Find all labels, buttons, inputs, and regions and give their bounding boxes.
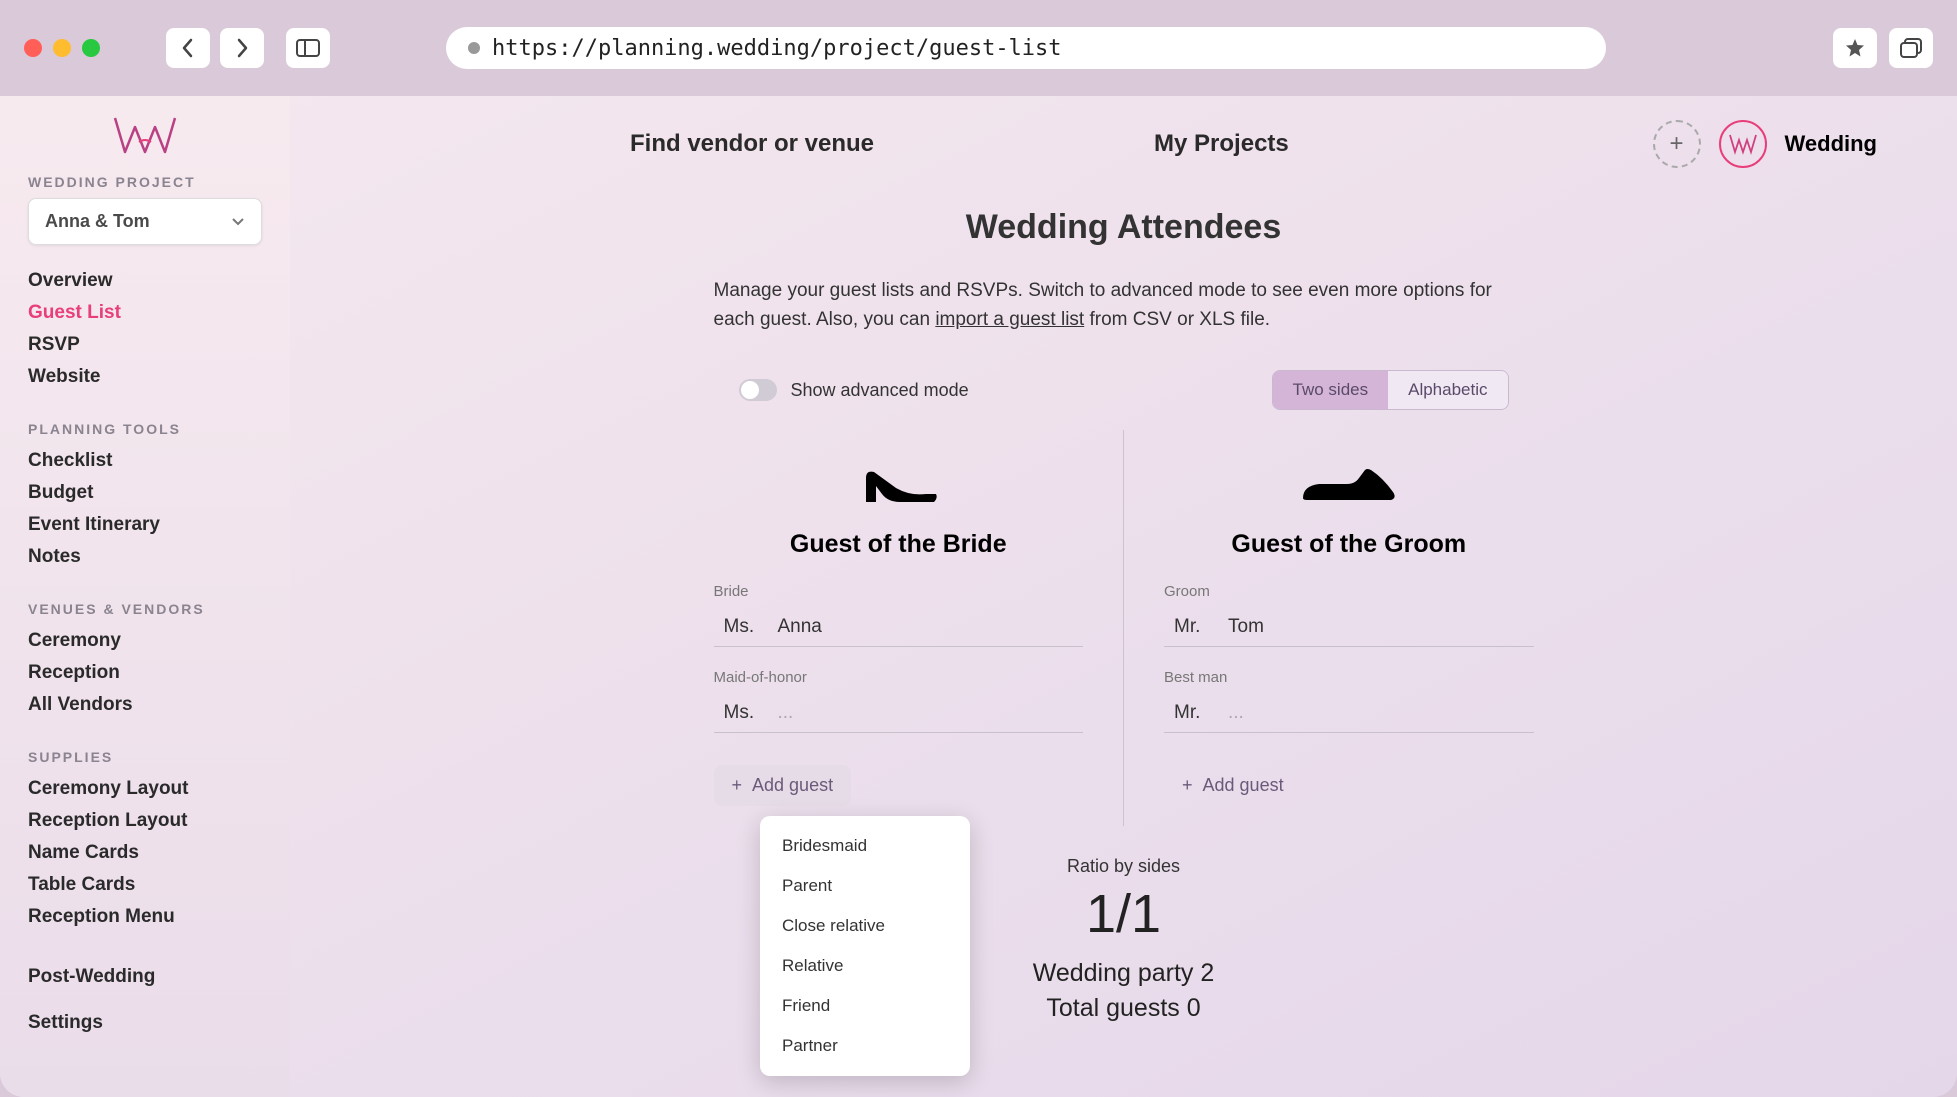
dropdown-option-relative[interactable]: Relative — [760, 946, 970, 986]
groom-side: Guest of the Groom Groom Mr. Tom Best ma… — [1124, 430, 1574, 826]
browser-titlebar: https://planning.wedding/project/guest-l… — [0, 0, 1957, 96]
back-button[interactable] — [166, 28, 210, 68]
chevron-down-icon — [231, 217, 245, 227]
forward-button[interactable] — [220, 28, 264, 68]
site-indicator-icon — [468, 42, 480, 54]
dropdown-option-close-relative[interactable]: Close relative — [760, 906, 970, 946]
add-guest-groom-button[interactable]: + Add guest — [1164, 765, 1302, 806]
plus-icon: + — [732, 775, 743, 796]
plus-icon: + — [1182, 775, 1193, 796]
sidebar-item-all-vendors[interactable]: All Vendors — [28, 689, 262, 721]
sidebar-item-post-wedding[interactable]: Post-Wedding — [28, 961, 262, 993]
dropdown-option-partner[interactable]: Partner — [760, 1026, 970, 1066]
best-man-label: Best man — [1164, 669, 1534, 686]
project-name: Anna & Tom — [45, 211, 150, 232]
top-nav: Find vendor or venue My Projects + Weddi… — [370, 120, 1877, 168]
groom-role-label: Groom — [1164, 583, 1534, 600]
ratio-label: Ratio by sides — [370, 856, 1877, 877]
current-project-label: Wedding — [1785, 131, 1877, 157]
total-guests-stat: Total guests 0 — [370, 994, 1877, 1023]
sidebar-item-checklist[interactable]: Checklist — [28, 445, 262, 477]
url-text: https://planning.wedding/project/guest-l… — [492, 36, 1062, 61]
venues-section-label: VENUES & VENDORS — [28, 601, 262, 617]
project-selector[interactable]: Anna & Tom — [28, 198, 262, 245]
main-content: Find vendor or venue My Projects + Weddi… — [290, 96, 1957, 1097]
sidebar-item-ceremony[interactable]: Ceremony — [28, 625, 262, 657]
sidebar-item-name-cards[interactable]: Name Cards — [28, 837, 262, 869]
maid-of-honor-input[interactable]: Ms. ... — [714, 694, 1084, 733]
advanced-mode-toggle[interactable] — [739, 379, 777, 401]
add-guest-bride-button[interactable]: + Add guest — [714, 765, 852, 806]
minimize-window[interactable] — [53, 39, 71, 57]
sidebar-item-overview[interactable]: Overview — [28, 265, 262, 297]
sidebar-item-table-cards[interactable]: Table Cards — [28, 869, 262, 901]
url-bar[interactable]: https://planning.wedding/project/guest-l… — [446, 27, 1606, 69]
import-link[interactable]: import a guest list — [935, 309, 1084, 330]
sidebar-item-notes[interactable]: Notes — [28, 541, 262, 573]
dropdown-option-bridesmaid[interactable]: Bridesmaid — [760, 826, 970, 866]
groom-name-input[interactable]: Mr. Tom — [1164, 608, 1534, 647]
nav-button-group — [166, 28, 264, 68]
sidebar-item-reception[interactable]: Reception — [28, 657, 262, 689]
tools-section-label: PLANNING TOOLS — [28, 421, 262, 437]
advanced-mode-label: Show advanced mode — [791, 380, 969, 401]
project-badge[interactable] — [1719, 120, 1767, 168]
sidebar-toggle-button[interactable] — [286, 28, 330, 68]
bride-name-input[interactable]: Ms. Anna — [714, 608, 1084, 647]
window-controls — [24, 39, 100, 57]
bride-role-label: Bride — [714, 583, 1084, 600]
sidebar-item-settings[interactable]: Settings — [28, 1007, 262, 1039]
high-heel-icon — [848, 450, 948, 514]
shoe-icon — [1289, 450, 1409, 514]
sidebar-item-website[interactable]: Website — [28, 361, 262, 393]
view-mode-segmented: Two sides Alphabetic — [1272, 370, 1509, 410]
sidebar: WEDDING PROJECT Anna & Tom OverviewGuest… — [0, 96, 290, 1097]
sidebar-item-reception-layout[interactable]: Reception Layout — [28, 805, 262, 837]
maximize-window[interactable] — [82, 39, 100, 57]
supplies-section-label: SUPPLIES — [28, 749, 262, 765]
ratio-value: 1/1 — [370, 883, 1877, 945]
bookmark-button[interactable] — [1833, 28, 1877, 68]
nav-find-vendor[interactable]: Find vendor or venue — [630, 130, 874, 158]
bride-side: Guest of the Bride Bride Ms. Anna Maid-o… — [674, 430, 1125, 826]
sidebar-item-reception-menu[interactable]: Reception Menu — [28, 901, 262, 933]
guest-type-dropdown: BridesmaidParentClose relativeRelativeFr… — [760, 816, 970, 1076]
dropdown-option-friend[interactable]: Friend — [760, 986, 970, 1026]
sidebar-item-rsvp[interactable]: RSVP — [28, 329, 262, 361]
close-window[interactable] — [24, 39, 42, 57]
add-project-button[interactable]: + — [1653, 120, 1701, 168]
app-logo — [105, 112, 185, 160]
best-man-input[interactable]: Mr. ... — [1164, 694, 1534, 733]
groom-side-title: Guest of the Groom — [1164, 530, 1534, 559]
project-section-label: WEDDING PROJECT — [28, 174, 262, 190]
seg-alphabetic[interactable]: Alphabetic — [1388, 371, 1507, 409]
sidebar-item-budget[interactable]: Budget — [28, 477, 262, 509]
controls-row: Show advanced mode Two sides Alphabetic — [739, 370, 1509, 410]
nav-my-projects[interactable]: My Projects — [1154, 130, 1289, 158]
sidebar-item-guest-list[interactable]: Guest List — [28, 297, 262, 329]
sidebar-item-event-itinerary[interactable]: Event Itinerary — [28, 509, 262, 541]
page-description: Manage your guest lists and RSVPs. Switc… — [714, 277, 1534, 334]
stats-section: Ratio by sides 1/1 Wedding party 2 Total… — [370, 856, 1877, 1023]
sidebar-item-ceremony-layout[interactable]: Ceremony Layout — [28, 773, 262, 805]
tabs-button[interactable] — [1889, 28, 1933, 68]
page-title: Wedding Attendees — [370, 208, 1877, 247]
maid-of-honor-label: Maid-of-honor — [714, 669, 1084, 686]
wedding-party-stat: Wedding party 2 — [370, 959, 1877, 988]
dropdown-option-parent[interactable]: Parent — [760, 866, 970, 906]
seg-two-sides[interactable]: Two sides — [1273, 371, 1389, 409]
bride-side-title: Guest of the Bride — [714, 530, 1084, 559]
